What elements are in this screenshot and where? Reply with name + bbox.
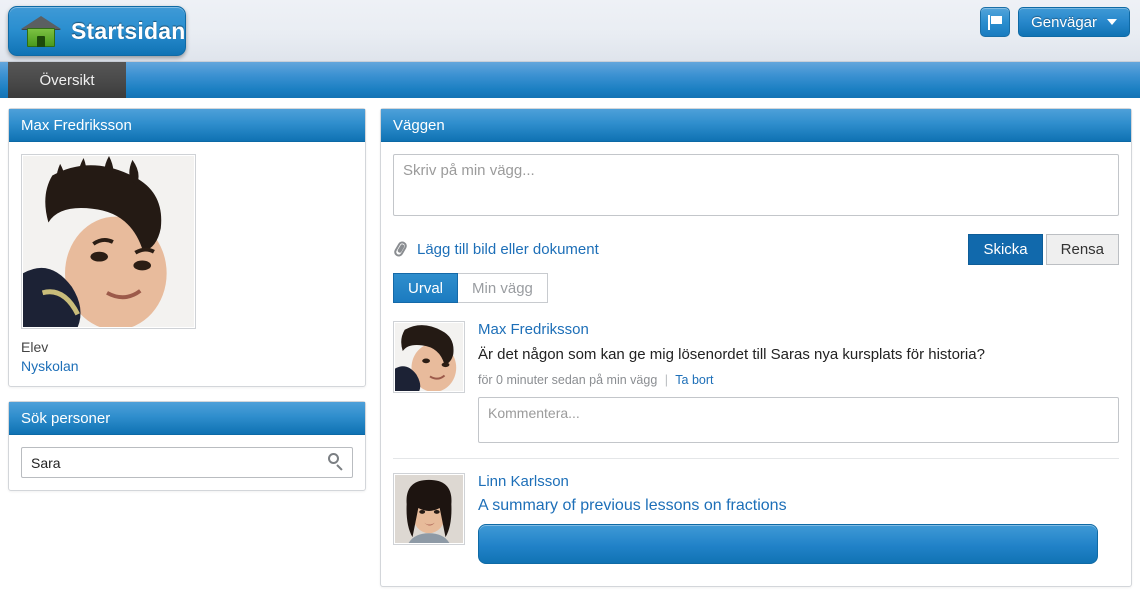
top-bar: Startsidan Genvägar: [0, 0, 1140, 62]
profile-panel-title: Max Fredriksson: [21, 116, 132, 134]
delete-post-link[interactable]: Ta bort: [675, 373, 713, 387]
home-logo-label: Startsidan: [71, 17, 186, 44]
paperclip-icon: [392, 239, 409, 259]
wall-panel: Väggen Lägg till bild eller dokument Ski…: [380, 108, 1132, 587]
flag-icon: [987, 14, 1003, 30]
avatar-image: [395, 474, 463, 543]
top-bar-actions: Genvägar: [980, 7, 1130, 37]
wall-post-embed[interactable]: [478, 523, 1098, 564]
wall-post: Linn Karlsson A summary of previous less…: [393, 457, 1119, 574]
search-field-wrapper: [21, 447, 353, 478]
tab-urval[interactable]: Urval: [393, 273, 459, 303]
wall-composer-input[interactable]: [393, 154, 1119, 216]
comment-input[interactable]: [478, 396, 1119, 443]
clear-button-label: Rensa: [1060, 241, 1104, 258]
send-button[interactable]: Skicka: [968, 234, 1043, 265]
shortcuts-label: Genvägar: [1031, 13, 1097, 31]
flag-button[interactable]: [980, 7, 1011, 37]
attach-file-link[interactable]: Lägg till bild eller dokument: [392, 239, 599, 259]
wall-post-timestamp: för 0 minuter sedan på min vägg: [478, 372, 658, 387]
profile-avatar: [21, 154, 196, 329]
send-button-label: Skicka: [983, 241, 1028, 258]
wall-tab-switch: Urval Min vägg: [393, 273, 1119, 303]
main-navigation: Översikt: [0, 62, 1140, 98]
profile-school-link[interactable]: Nyskolan: [21, 358, 353, 374]
meta-separator: |: [664, 372, 669, 387]
profile-avatar-image: [23, 156, 194, 327]
right-column: Väggen Lägg till bild eller dokument Ski…: [380, 108, 1132, 597]
wall-panel-header: Väggen: [381, 109, 1131, 142]
wall-post: Max Fredriksson Är det någon som kan ge …: [393, 317, 1119, 458]
profile-panel-body: Elev Nyskolan: [9, 142, 365, 386]
wall-post-content: Max Fredriksson Är det någon som kan ge …: [478, 321, 1119, 448]
wall-panel-title: Väggen: [393, 116, 445, 134]
home-logo-button[interactable]: Startsidan: [8, 6, 186, 56]
profile-panel: Max Fredriksson Elev Nyskolan: [8, 108, 366, 387]
tab-min-vagg[interactable]: Min vägg: [458, 273, 548, 303]
clear-button[interactable]: Rensa: [1045, 234, 1119, 265]
profile-role: Elev: [21, 339, 49, 355]
wall-post-content: Linn Karlsson A summary of previous less…: [478, 473, 1119, 564]
shortcuts-button[interactable]: Genvägar: [1018, 7, 1130, 37]
search-panel: Sök personer: [8, 401, 366, 491]
avatar[interactable]: [393, 472, 465, 545]
search-input[interactable]: [21, 447, 353, 478]
composer-buttons: Skicka Rensa: [968, 234, 1119, 265]
wall-panel-body: Lägg till bild eller dokument Skicka Ren…: [381, 142, 1131, 586]
wall-post-author[interactable]: Linn Karlsson: [478, 473, 1119, 490]
avatar-image: [395, 323, 463, 392]
wall-post-author[interactable]: Max Fredriksson: [478, 321, 1119, 338]
left-column: Max Fredriksson Elev Nyskolan Sök person…: [8, 108, 366, 597]
wall-post-link[interactable]: A summary of previous lessons on fractio…: [478, 497, 1119, 515]
nav-tab-oversikt[interactable]: Översikt: [8, 62, 126, 98]
page-content: Max Fredriksson Elev Nyskolan Sök person…: [0, 98, 1140, 597]
attach-file-label: Lägg till bild eller dokument: [417, 241, 599, 258]
avatar[interactable]: [393, 321, 465, 393]
search-panel-title: Sök personer: [21, 409, 111, 427]
nav-tab-label: Översikt: [39, 71, 95, 89]
search-panel-body: [9, 435, 365, 490]
composer-actions: Lägg till bild eller dokument Skicka Ren…: [392, 234, 1119, 265]
tab-min-vagg-label: Min vägg: [472, 279, 533, 297]
profile-panel-header: Max Fredriksson: [9, 109, 365, 142]
magnifier-icon[interactable]: [326, 453, 344, 471]
house-icon: [21, 14, 61, 48]
chevron-down-icon: [1107, 19, 1117, 25]
wall-post-text: Är det någon som kan ge mig lösenordet t…: [478, 346, 985, 363]
wall-post-meta: för 0 minuter sedan på min vägg | Ta bor…: [478, 373, 1119, 387]
search-panel-header: Sök personer: [9, 402, 365, 435]
tab-urval-label: Urval: [408, 279, 444, 297]
